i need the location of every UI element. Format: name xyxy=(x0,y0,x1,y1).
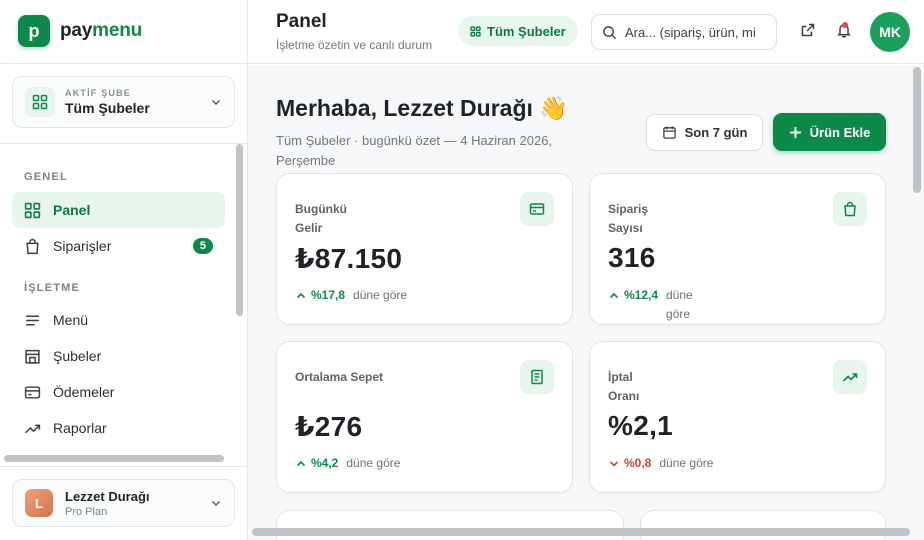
stat-delta: %12,4 düne göre xyxy=(608,286,706,324)
sidebar-horizontal-scrollbar[interactable] xyxy=(4,455,224,462)
plan-name: Pro Plan xyxy=(65,505,108,518)
sidebar-item-branches[interactable]: Şubeler xyxy=(12,338,225,374)
sidebar-item-label: Panel xyxy=(53,202,91,218)
branch-filter-pill[interactable]: Tüm Şubeler xyxy=(458,16,578,46)
trend-icon xyxy=(25,424,41,433)
main-horizontal-scrollbar[interactable] xyxy=(252,528,910,536)
grid-icon xyxy=(470,25,481,37)
arrow-up-icon xyxy=(609,292,619,299)
user-avatar[interactable]: MK xyxy=(870,12,910,52)
stat-delta-compare: düne göre xyxy=(346,456,401,470)
sidebar-item-label: Raporlar xyxy=(53,420,107,436)
sidebar-item-label: Şubeler xyxy=(53,348,102,364)
calendar-icon xyxy=(662,126,676,139)
stat-delta-value: %12,4 xyxy=(624,288,659,302)
grid-icon xyxy=(25,87,55,117)
greeting-title: Merhaba, Lezzet Durağı 👋 xyxy=(276,95,568,121)
sidebar-divider xyxy=(0,143,247,144)
sidebar-vertical-scrollbar[interactable] xyxy=(236,144,243,316)
chevron-down-icon xyxy=(211,500,221,507)
nav-section-business: İŞLETME xyxy=(24,282,81,294)
business-name: Lezzet Durağı xyxy=(65,488,150,504)
stat-delta-compare: düne göre xyxy=(353,288,408,302)
stat-value: ₺87.150 xyxy=(295,243,403,274)
plus-icon xyxy=(789,126,801,138)
brand-name: paymenu xyxy=(60,20,142,42)
date-range-label: Son 7 gün xyxy=(684,125,748,140)
branch-name: Tüm Şubeler xyxy=(65,100,150,116)
stat-value: ₺276 xyxy=(295,411,363,442)
notification-dot xyxy=(842,22,848,28)
sidebar-item-reports[interactable]: Raporlar xyxy=(12,410,225,446)
sidebar-item-label: Siparişler xyxy=(53,238,112,254)
sidebar: p paymenu AKTİF ŞUBE Tüm Şubeler GENEL P… xyxy=(0,0,248,540)
stat-card-average-basket[interactable]: Ortalama Sepet ₺276 %4,2 düne göre xyxy=(276,341,573,493)
arrow-up-icon xyxy=(296,460,306,467)
stat-card-revenue[interactable]: Bugünkü Gelir ₺87.150 %17,8 düne göre xyxy=(276,173,573,325)
stat-delta-compare: düne göre xyxy=(666,288,693,321)
page-subtitle: İşletme özetin ve canlı durum xyxy=(276,38,433,52)
business-avatar: L xyxy=(25,489,53,517)
stat-label: İptal Oranı xyxy=(608,370,640,403)
top-header: Panel İşletme özetin ve canlı durum Tüm … xyxy=(248,0,924,64)
bag-icon xyxy=(26,238,39,254)
page-title: Panel xyxy=(276,11,327,32)
arrow-down-icon xyxy=(609,461,619,467)
sidebar-item-panel[interactable]: Panel xyxy=(12,192,225,228)
stat-delta: %0,8 düne göre xyxy=(608,454,713,473)
search-box[interactable] xyxy=(591,14,777,50)
stat-delta: %17,8 düne göre xyxy=(295,286,407,305)
branch-selector[interactable]: AKTİF ŞUBE Tüm Şubeler xyxy=(12,76,235,128)
brand-mark-icon: p xyxy=(18,15,50,47)
sidebar-item-payments[interactable]: Ödemeler xyxy=(12,374,225,410)
brand-prefix: pay xyxy=(60,20,93,41)
sidebar-item-label: Ödemeler xyxy=(53,384,115,400)
date-range-button[interactable]: Son 7 gün xyxy=(646,114,763,151)
orders-count-badge: 5 xyxy=(192,238,213,254)
branch-filter-label: Tüm Şubeler xyxy=(487,23,566,39)
stat-label: Sipariş Sayısı xyxy=(608,202,649,235)
sidebar-divider xyxy=(0,466,247,467)
menu-lines-icon xyxy=(26,315,39,325)
branch-caption: AKTİF ŞUBE xyxy=(65,88,131,98)
add-product-button[interactable]: Ürün Ekle xyxy=(773,113,886,151)
sidebar-divider xyxy=(0,63,247,64)
receipt-icon xyxy=(520,360,554,394)
chevron-down-icon xyxy=(211,99,221,106)
search-icon xyxy=(603,25,617,39)
stat-card-cancel-rate[interactable]: İptal Oranı %2,1 %0,8 düne göre xyxy=(589,341,886,493)
brand-suffix: menu xyxy=(92,20,143,41)
grid-icon xyxy=(24,202,41,218)
account-switcher[interactable]: L Lezzet Durağı Pro Plan xyxy=(12,479,235,527)
store-icon xyxy=(25,349,40,364)
external-link-icon[interactable] xyxy=(800,22,816,38)
stat-delta-compare: düne göre xyxy=(659,456,714,470)
stat-delta: %4,2 düne göre xyxy=(295,454,400,473)
arrow-up-icon xyxy=(296,292,306,299)
stat-delta-value: %4,2 xyxy=(311,456,339,470)
trend-icon xyxy=(833,360,867,394)
stat-card-orders[interactable]: Sipariş Sayısı 316 %12,4 düne göre xyxy=(589,173,886,325)
card-icon xyxy=(24,385,41,399)
greeting-subtitle: Tüm Şubeler · bugünkü özet — 4 Haziran 2… xyxy=(276,133,553,168)
search-input[interactable] xyxy=(625,24,765,40)
stat-delta-value: %17,8 xyxy=(311,288,346,302)
add-product-label: Ürün Ekle xyxy=(809,124,871,140)
sidebar-item-orders[interactable]: Siparişler 5 xyxy=(12,228,225,264)
stat-label: Bugünkü Gelir xyxy=(295,202,347,235)
nav-section-general: GENEL xyxy=(24,171,68,183)
stat-value: %2,1 xyxy=(608,410,674,441)
stat-value: 316 xyxy=(608,242,656,273)
bag-icon xyxy=(833,192,867,226)
stat-delta-value: %0,8 xyxy=(624,456,652,470)
main-vertical-scrollbar[interactable] xyxy=(913,67,921,193)
main-content: Merhaba, Lezzet Durağı 👋 Tüm Şubeler · b… xyxy=(248,65,924,540)
brand-logo[interactable]: p paymenu xyxy=(18,15,142,47)
sidebar-item-menu[interactable]: Menü xyxy=(12,302,225,338)
stat-label: Ortalama Sepet xyxy=(295,370,384,384)
card-icon xyxy=(520,192,554,226)
sidebar-item-label: Menü xyxy=(53,312,89,328)
